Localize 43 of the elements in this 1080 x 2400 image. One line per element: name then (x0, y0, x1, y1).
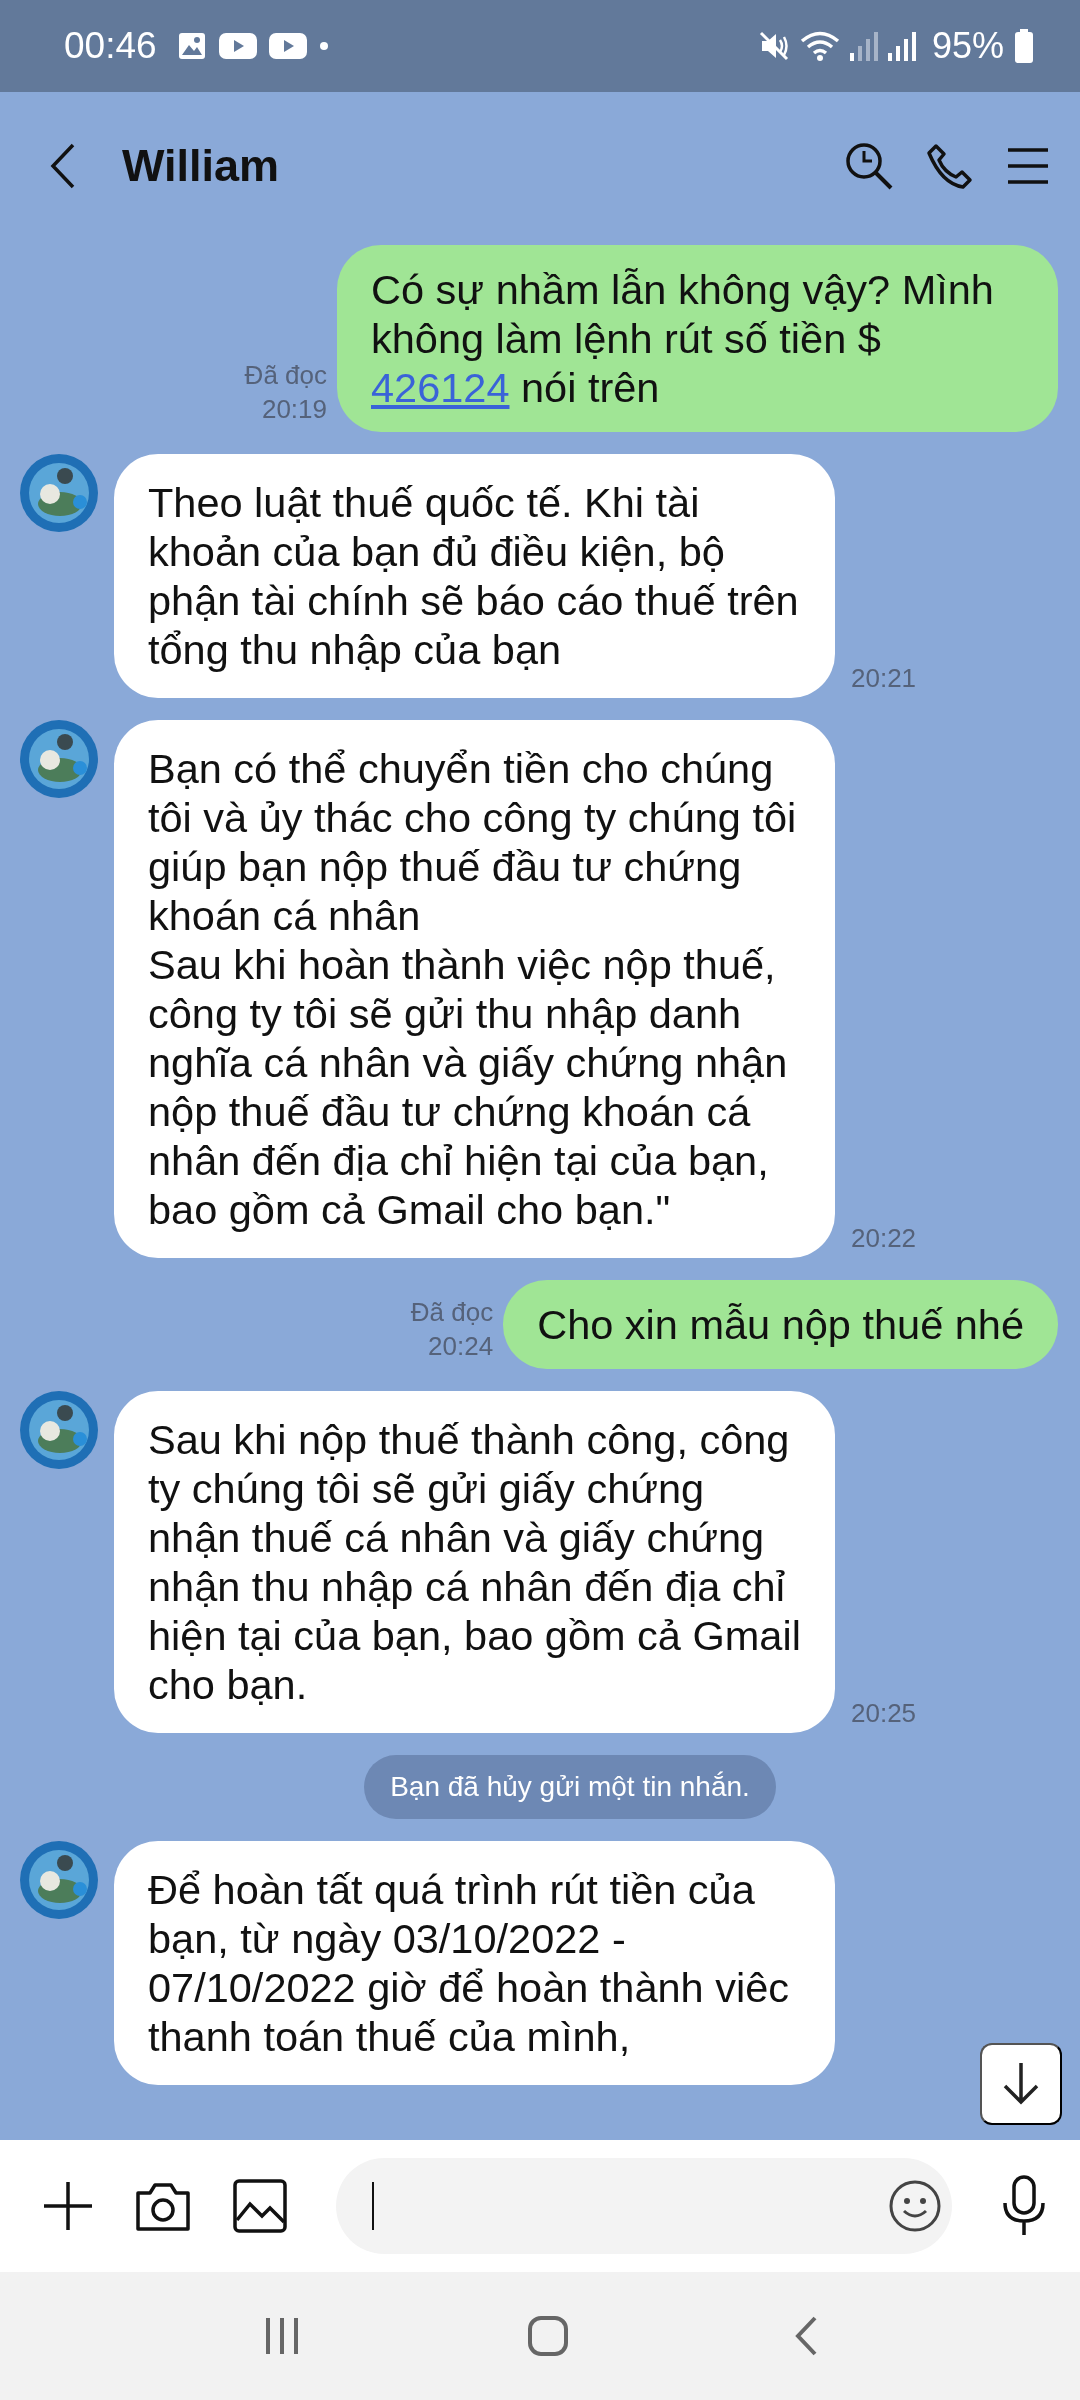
play-icon (268, 32, 307, 60)
emoji-icon[interactable] (888, 2179, 942, 2233)
status-time: 00:46 (64, 25, 157, 67)
avatar-icon[interactable] (20, 454, 98, 532)
avatar-icon[interactable] (20, 1841, 98, 1919)
home-button[interactable] (527, 2315, 569, 2357)
microphone-button[interactable] (1002, 2175, 1046, 2237)
image-button[interactable] (232, 2178, 288, 2234)
message-time: 20:24 (428, 1330, 494, 1363)
menu-button[interactable] (1006, 146, 1050, 186)
sent-message: Cho xin mẫu nộp thuế nhé (503, 1280, 1058, 1369)
number-link[interactable]: 426124 (371, 364, 510, 411)
plus-button[interactable] (42, 2180, 94, 2232)
received-message: Theo luật thuế quốc tế. Khi tài khoản của bạn đủ điều kiện, bộ phận tài chính sẽ báo cáo thuế trên tổng thu nhập của bạn (114, 454, 835, 698)
avatar-icon[interactable] (20, 1391, 98, 1469)
sent-message: Có sự nhầm lẫn không vậy? Mình không làm lệnh rút số tiền $ 426124 nói trên (337, 245, 1058, 432)
system-notice: Bạn đã hủy gửi một tin nhắn. (364, 1755, 776, 1819)
message-time: 20:25 (851, 1698, 917, 1730)
call-button[interactable] (926, 142, 974, 190)
message-time: 20:22 (851, 1223, 917, 1255)
scroll-down-button[interactable] (980, 2043, 1062, 2125)
picture-notification-icon (176, 31, 207, 61)
message-time: 20:21 (851, 663, 917, 695)
battery-percent: 95% (931, 25, 1004, 67)
mute-icon (757, 30, 790, 62)
dot-icon (318, 41, 329, 51)
signal-icon (887, 31, 916, 61)
message-time: 20:19 (261, 393, 327, 426)
contact-name: William (122, 140, 280, 192)
received-message: Bạn có thể chuyển tiền cho chúng tôi và ủy thác cho công ty chúng tôi giúp bạn nộp thuế đầu tư chứng khoán cá nhân Sau khi hoàn thành việc nộp thuế, công ty tôi sẽ gửi thu nhập danh nghĩa cá nhân và giấy chứng nhận nộp thuế đầu tư chứng khoán cá nhân đến địa chỉ hiện tại của bạn, bao gồm cả Gmail cho bạn." (114, 720, 835, 1258)
play-icon (218, 32, 257, 60)
read-receipt: Đã đọc (410, 1296, 494, 1329)
arrow-down-icon (1001, 2060, 1041, 2105)
search-button[interactable] (844, 141, 894, 191)
back-nav-button[interactable] (793, 2315, 818, 2357)
signal-icon (849, 31, 878, 61)
wifi-icon (799, 30, 840, 62)
battery-icon (1014, 29, 1034, 63)
received-message: Sau khi nộp thuế thành công, công ty chúng tôi sẽ gửi giấy chứng nhận thuế cá nhân và giấy chứng nhận thu nhập cá nhân đến địa chỉ hiện tại của bạn, bao gồm cả Gmail cho bạn. (114, 1391, 835, 1733)
received-message: Để hoàn tất quá trình rút tiền của bạn, từ ngày 03/10/2022 - 07/10/2022 giờ để hoàn thành viêc thanh toán thuế của mình, (114, 1841, 835, 2085)
back-button[interactable] (50, 143, 76, 189)
read-receipt: Đã đọc (244, 359, 327, 392)
avatar-icon[interactable] (20, 720, 98, 798)
